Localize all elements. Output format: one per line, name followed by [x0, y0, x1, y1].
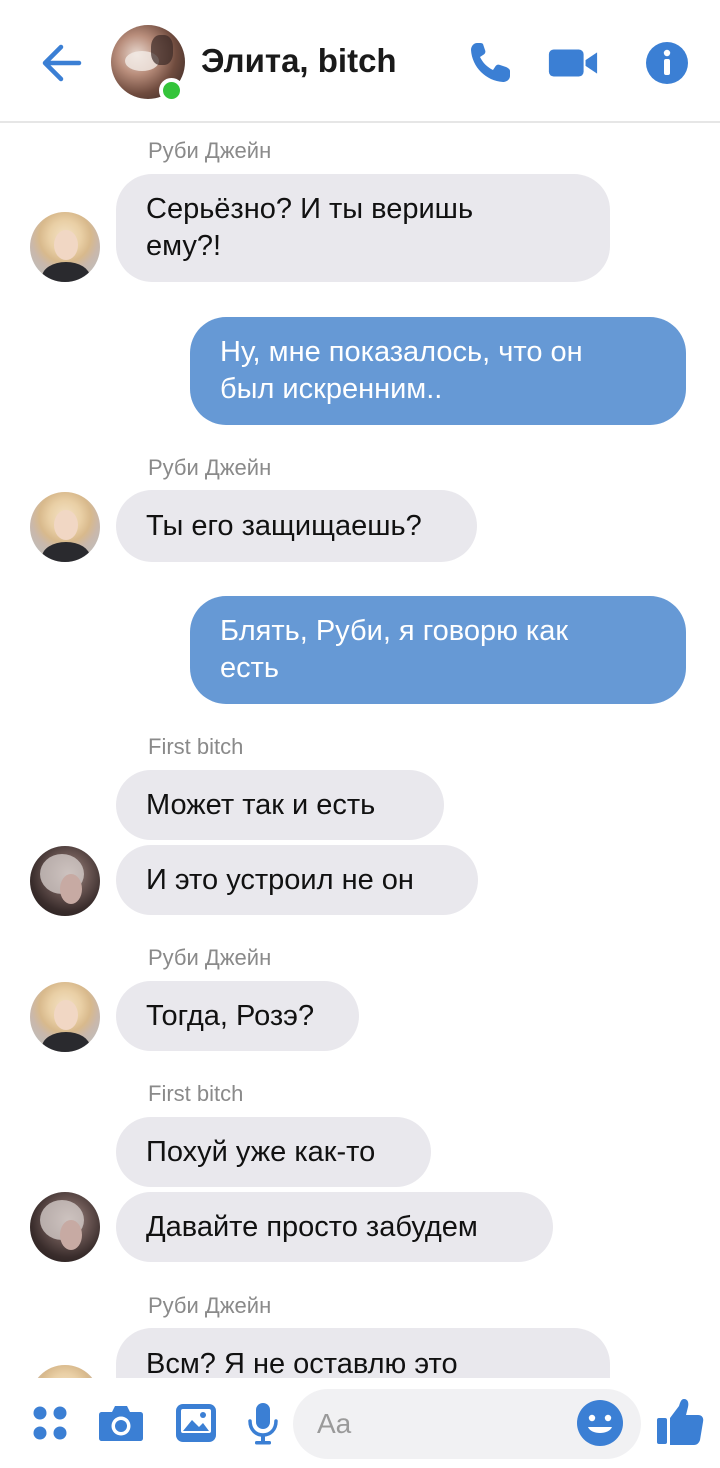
video-call-button[interactable] [546, 36, 600, 90]
avatar[interactable] [30, 846, 100, 916]
online-status-indicator [159, 78, 184, 103]
outgoing-message[interactable]: Блять, Руби, я говорю как есть [190, 596, 686, 704]
message-line: И это устроил не он [146, 863, 414, 896]
message-line: есть [220, 652, 280, 684]
emoji-button[interactable] [575, 1398, 625, 1448]
voice-message-button[interactable] [238, 1398, 288, 1448]
message-line: Всм? Я не оставлю это [146, 1348, 458, 1378]
microphone-icon [248, 1403, 278, 1445]
sender-name: First bitch [148, 1081, 244, 1106]
incoming-message[interactable]: Серьёзно? И ты веришь ему?! [116, 174, 610, 282]
message-composer [0, 1378, 720, 1468]
sender-name: Руби Джейн [148, 455, 272, 480]
message-line: ему?! [146, 230, 222, 262]
message-line: был искренним.. [220, 373, 443, 405]
avatar[interactable] [30, 1192, 100, 1262]
phone-icon [471, 43, 510, 82]
incoming-message[interactable]: Всм? Я не оставлю это [116, 1328, 610, 1378]
avatar[interactable] [30, 492, 100, 562]
incoming-message[interactable]: Давайте просто забудем [116, 1192, 553, 1262]
like-button[interactable] [655, 1396, 705, 1450]
message-line: Давайте просто забудем [146, 1210, 478, 1243]
avatar[interactable] [30, 212, 100, 282]
chat-title[interactable]: Элита, bitch [201, 42, 397, 80]
menu-dots-icon [33, 1406, 67, 1440]
emoji-icon [577, 1400, 623, 1446]
incoming-message[interactable]: Ты его защищаешь? [116, 490, 477, 562]
message-list[interactable]: Руби Джейн Серьёзно? И ты веришь ему?! Н… [0, 125, 720, 1378]
message-line: Ну, мне показалось, что он [220, 336, 583, 368]
info-icon [646, 42, 688, 84]
message-line: Серьёзно? И ты веришь [146, 193, 474, 225]
outgoing-message[interactable]: Ну, мне показалось, что он был искренним… [190, 317, 686, 425]
camera-button[interactable] [96, 1398, 146, 1448]
avatar[interactable] [30, 1365, 100, 1378]
sender-name: Руби Джейн [148, 138, 272, 163]
incoming-message[interactable]: И это устроил не он [116, 845, 478, 915]
back-button[interactable] [36, 38, 86, 88]
message-line: Тогда, Розэ? [146, 999, 315, 1032]
incoming-message[interactable]: Тогда, Розэ? [116, 981, 359, 1051]
gallery-button[interactable] [171, 1398, 221, 1448]
back-arrow-icon [42, 44, 82, 82]
message-line: Ты его защищаешь? [146, 509, 422, 542]
more-actions-button[interactable] [25, 1398, 75, 1448]
chat-header: Элита, bitch [0, 0, 720, 123]
message-line: Может так и есть [146, 788, 376, 821]
sender-name: First bitch [148, 734, 244, 759]
message-line: Блять, Руби, я говорю как [220, 615, 569, 647]
avatar[interactable] [30, 982, 100, 1052]
thumbs-up-icon [657, 1399, 704, 1445]
sender-name: Руби Джейн [148, 945, 272, 970]
incoming-message[interactable]: Похуй уже как-то [116, 1117, 431, 1187]
gallery-icon [176, 1404, 216, 1442]
voice-call-button[interactable] [463, 36, 517, 90]
sender-name: Руби Джейн [148, 1293, 272, 1318]
incoming-message[interactable]: Может так и есть [116, 770, 444, 840]
info-button[interactable] [640, 36, 694, 90]
camera-icon [99, 1406, 143, 1441]
message-line: Похуй уже как-то [146, 1135, 376, 1168]
video-camera-icon [548, 49, 598, 77]
